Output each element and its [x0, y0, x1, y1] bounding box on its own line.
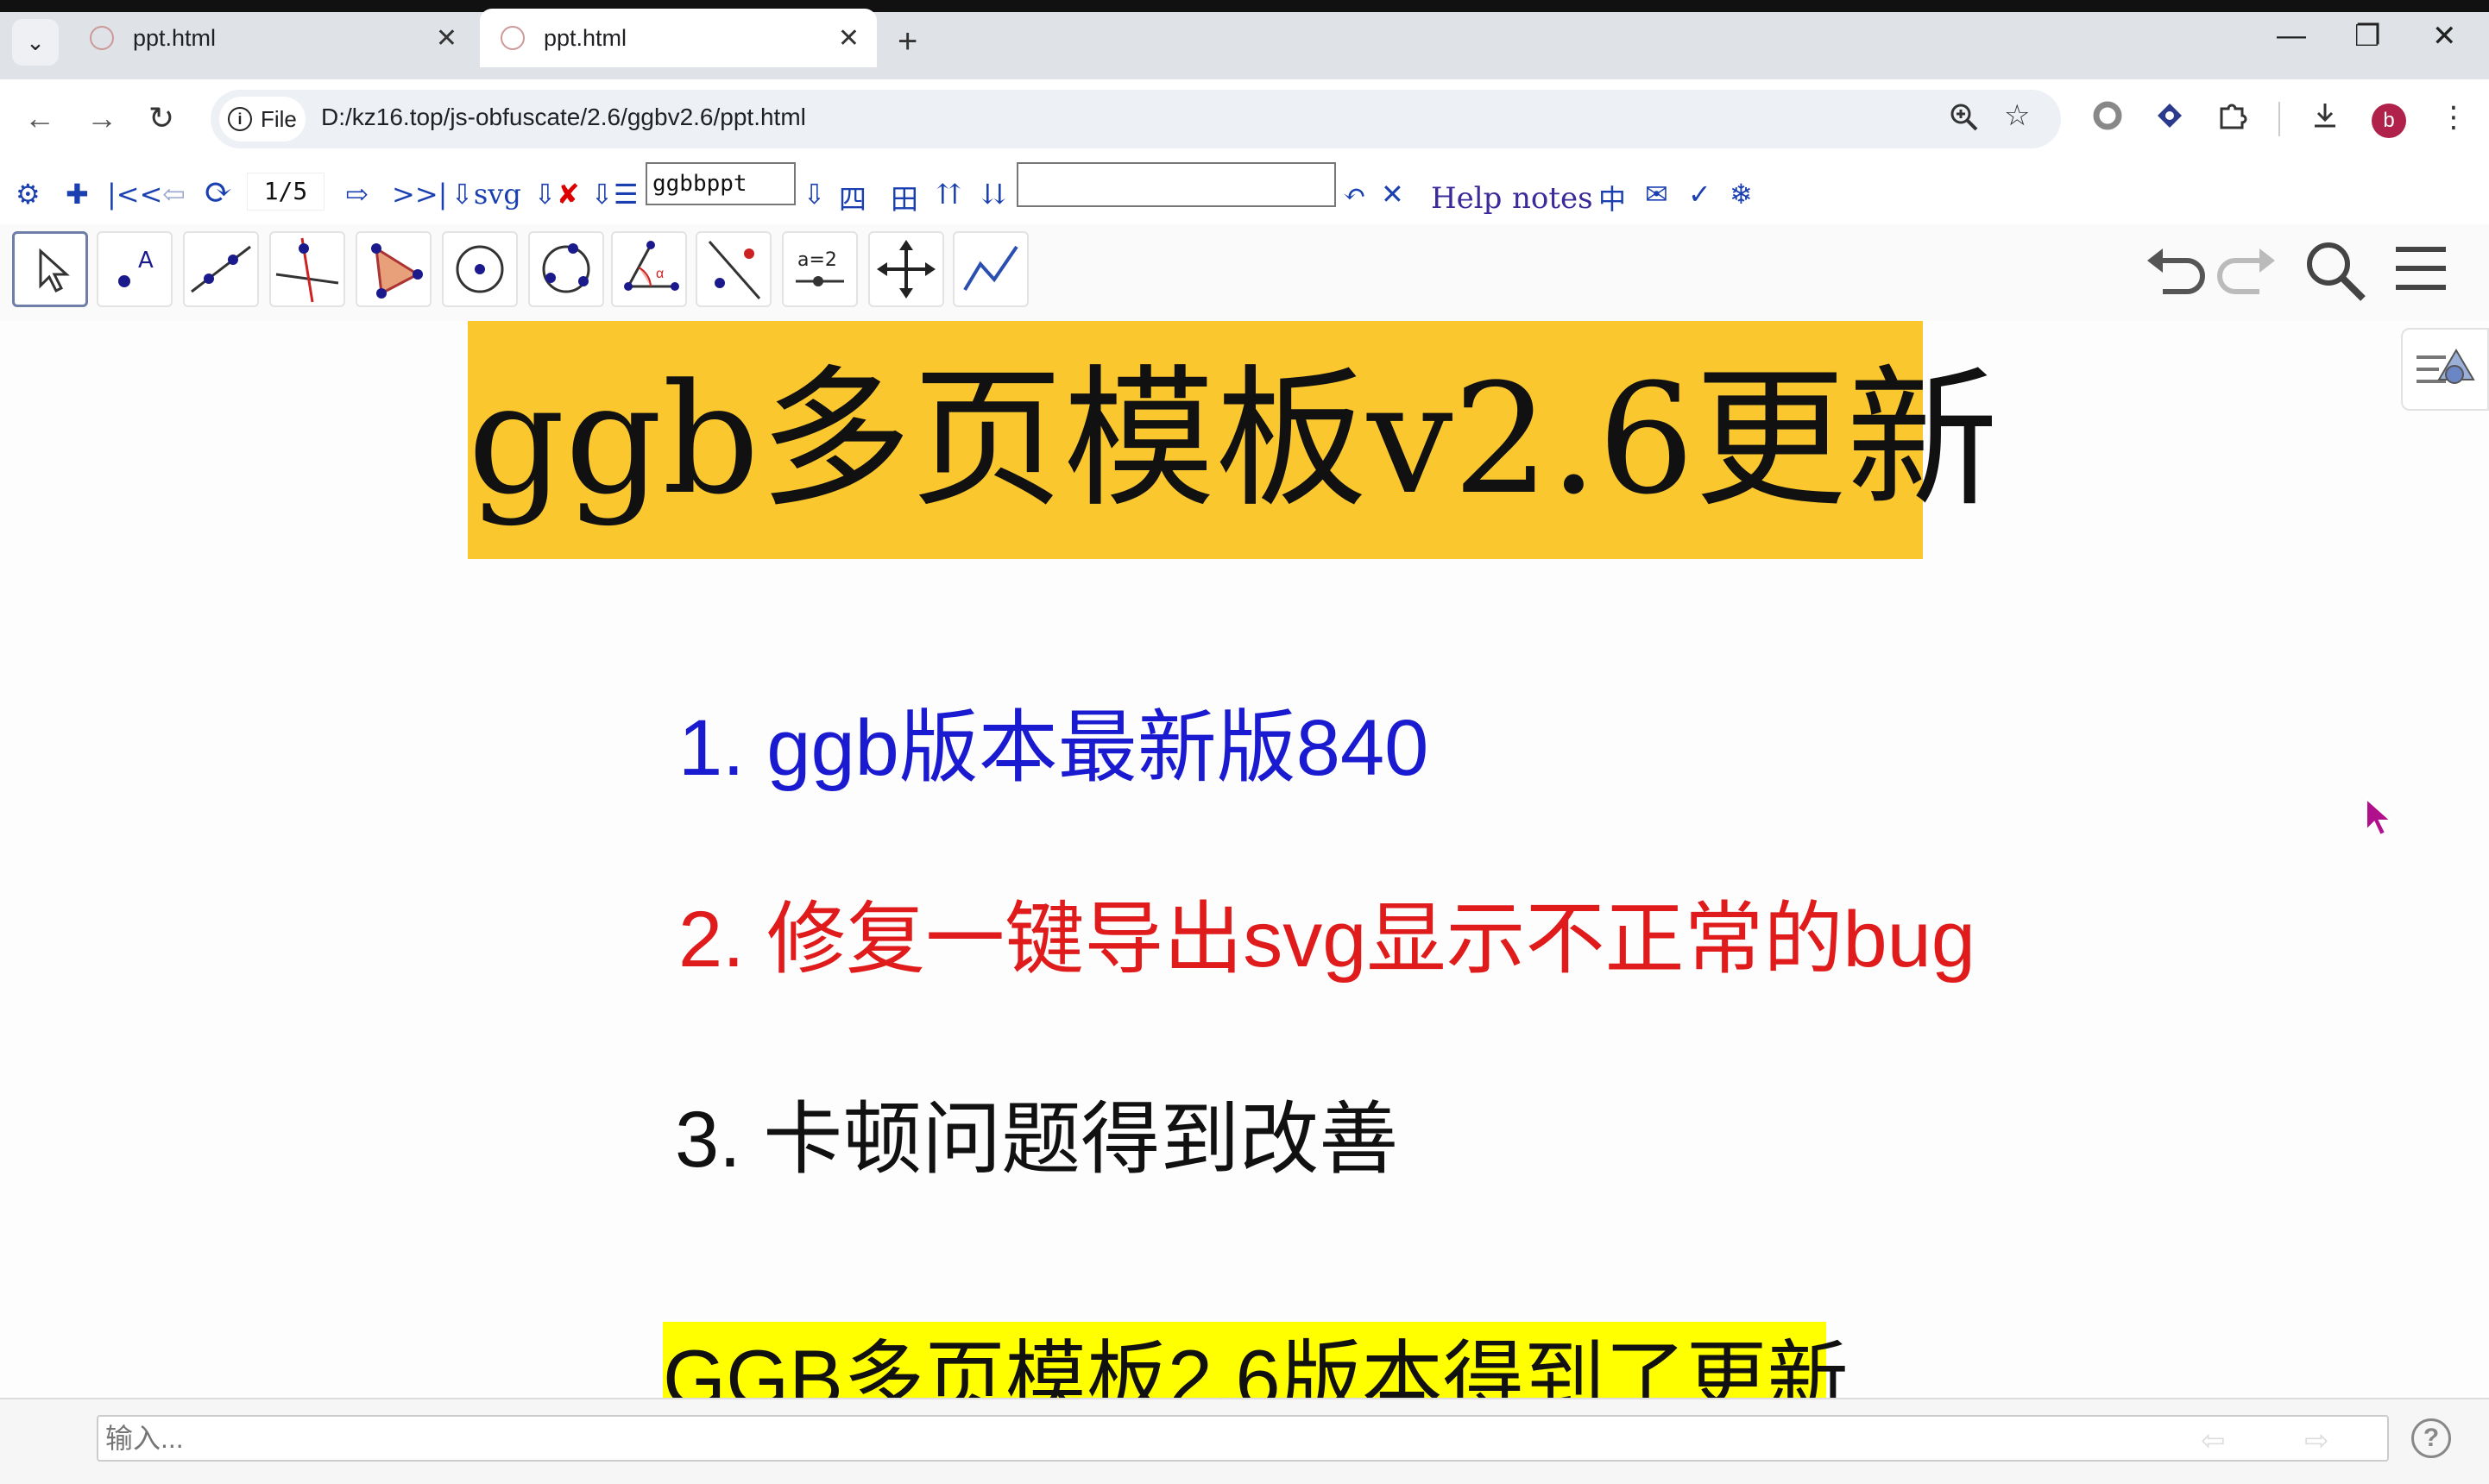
- close-window-button[interactable]: ✕: [2432, 19, 2457, 53]
- minimize-button[interactable]: —: [2277, 19, 2306, 53]
- tab-close-icon[interactable]: ✕: [436, 23, 457, 53]
- bookmark-star-icon[interactable]: ☆: [2004, 98, 2030, 133]
- reload-button[interactable]: ↻: [148, 100, 174, 136]
- browser-menu-icon[interactable]: ⋮: [2439, 100, 2468, 135]
- mouse-cursor-icon: [2365, 796, 2394, 841]
- forward-button[interactable]: →: [86, 100, 117, 136]
- reflect-tool[interactable]: [696, 231, 772, 307]
- restore-button[interactable]: ❐: [2354, 19, 2380, 53]
- layout-four-button[interactable]: 四: [839, 178, 866, 217]
- new-tab-button[interactable]: +: [898, 22, 917, 61]
- favicon-icon: [90, 26, 114, 50]
- slide-title: ggb多页模板v2.6更新: [468, 351, 1999, 528]
- style-bar-toggle[interactable]: [2401, 328, 2489, 411]
- slide-item-2: 2. 修复一键导出svg显示不正常的bug: [678, 896, 1975, 984]
- last-page-button[interactable]: >>|: [392, 178, 447, 211]
- back-button[interactable]: ←: [24, 100, 55, 136]
- algebra-input[interactable]: [97, 1415, 2389, 1462]
- export-delete-icon[interactable]: ⇩✘: [533, 178, 580, 211]
- tab-title: ppt.html: [544, 24, 627, 51]
- snowflake-icon[interactable]: ❄: [1730, 178, 1753, 211]
- export-svg-button[interactable]: ⇩svg: [451, 178, 521, 211]
- point-tool[interactable]: A: [97, 231, 173, 307]
- circle-three-points-tool[interactable]: [528, 231, 604, 307]
- help-link[interactable]: Help: [1431, 181, 1502, 216]
- extensions-puzzle-icon[interactable]: [2216, 100, 2247, 139]
- url-text[interactable]: D:/kz16.top/js-obfuscate/2.6/ggbv2.6/ppt…: [321, 104, 806, 131]
- tab-search-button[interactable]: ⌄: [12, 19, 59, 66]
- settings-icon[interactable]: ⚙: [16, 178, 41, 211]
- toolbar-divider: [2278, 102, 2280, 136]
- slider-tool[interactable]: a=2: [782, 231, 858, 307]
- check-icon[interactable]: ✓: [1688, 178, 1711, 211]
- help-icon[interactable]: ?: [2411, 1418, 2451, 1458]
- slide-item-1: 1. ggb版本最新版840: [678, 704, 1429, 792]
- site-info-chip[interactable]: i File: [219, 97, 306, 141]
- favicon-icon: [501, 26, 525, 50]
- mail-icon[interactable]: ✉: [1645, 178, 1668, 211]
- info-icon: i: [228, 107, 252, 131]
- undo-icon[interactable]: [2142, 238, 2211, 303]
- slider-tool-label: a=2: [797, 249, 837, 271]
- page-indicator[interactable]: 1/5: [247, 173, 325, 211]
- chevron-down-icon: ⌄: [26, 28, 45, 55]
- polygon-tool[interactable]: [356, 231, 432, 307]
- tab-close-icon[interactable]: ✕: [838, 23, 860, 53]
- hamburger-menu-icon[interactable]: [2391, 238, 2451, 303]
- undo-icon[interactable]: ↶: [1343, 178, 1366, 211]
- svg-text:α: α: [656, 267, 664, 281]
- svg-text:A: A: [138, 248, 154, 274]
- move-tool[interactable]: [12, 231, 88, 307]
- refresh-icon[interactable]: ⟳: [204, 173, 233, 212]
- input-next-arrow-icon[interactable]: ⇨: [2304, 1424, 2329, 1458]
- grid-layout-button[interactable]: 田: [891, 178, 918, 217]
- downloads-icon[interactable]: [2309, 100, 2341, 139]
- prev-page-button[interactable]: ⇦: [162, 178, 186, 211]
- freehand-function-tool[interactable]: [953, 231, 1029, 307]
- download-button[interactable]: ⇩: [803, 178, 826, 211]
- circle-center-point-tool[interactable]: [442, 231, 518, 307]
- tab-1[interactable]: ppt.html ✕: [69, 9, 475, 67]
- zoom-icon[interactable]: [1949, 102, 1980, 141]
- profile-avatar[interactable]: b: [2372, 104, 2406, 138]
- move-graphics-view-tool[interactable]: [868, 231, 944, 307]
- line-tool[interactable]: [183, 231, 259, 307]
- redo-icon[interactable]: [2211, 238, 2280, 303]
- move-down-button[interactable]: ⇊: [982, 178, 1005, 211]
- tab-title: ppt.html: [133, 24, 217, 51]
- file-name-input[interactable]: [646, 162, 796, 205]
- perpendicular-line-tool[interactable]: [269, 231, 345, 307]
- clear-button[interactable]: ✕: [1381, 178, 1404, 211]
- file-label: File: [261, 105, 297, 132]
- language-button[interactable]: 中: [1598, 178, 1626, 217]
- angle-tool[interactable]: α: [611, 231, 687, 307]
- search-icon[interactable]: [2303, 238, 2368, 308]
- tab-2-active[interactable]: ppt.html ✕: [480, 9, 877, 67]
- export-filter-icon[interactable]: ⇩☰: [590, 178, 639, 211]
- extension-diamond-icon[interactable]: [2154, 100, 2185, 139]
- slide-item-3: 3. 卡顿问题得到改善: [675, 1096, 1399, 1184]
- move-up-button[interactable]: ⇈: [937, 178, 961, 211]
- first-page-button[interactable]: |<<: [107, 178, 162, 211]
- notes-link[interactable]: notes: [1512, 181, 1593, 216]
- command-input[interactable]: [1017, 162, 1336, 207]
- next-page-button[interactable]: ⇨: [345, 178, 369, 211]
- add-page-button[interactable]: ✚: [66, 178, 89, 211]
- input-prev-arrow-icon[interactable]: ⇦: [2201, 1424, 2226, 1458]
- extension-circle-icon[interactable]: [2092, 100, 2123, 139]
